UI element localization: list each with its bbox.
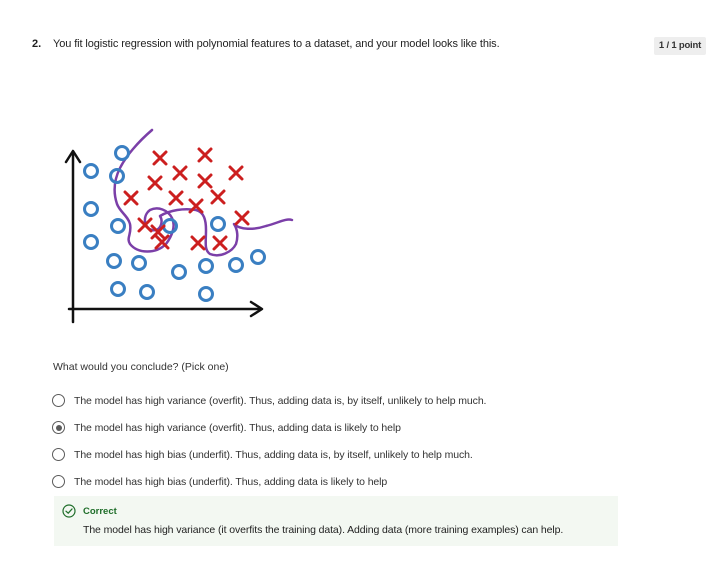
check-circle-icon xyxy=(62,504,76,518)
o-marker xyxy=(171,264,187,280)
x-marker xyxy=(123,190,139,206)
o-marker xyxy=(250,249,266,265)
o-marker xyxy=(106,253,122,269)
answer-option-label: The model has high bias (underfit). Thus… xyxy=(74,448,473,461)
answer-option-4[interactable]: The model has high bias (underfit). Thus… xyxy=(52,468,486,495)
answer-option-1[interactable]: The model has high variance (overfit). T… xyxy=(52,387,486,414)
x-marker xyxy=(152,150,168,166)
points-badge: 1 / 1 point xyxy=(654,37,706,55)
question-text: You fit logistic regression with polynom… xyxy=(53,38,500,50)
x-markers xyxy=(123,147,250,251)
o-marker xyxy=(83,163,99,179)
o-marker xyxy=(114,145,130,161)
o-marker xyxy=(83,234,99,250)
o-marker xyxy=(198,286,214,302)
answer-option-label: The model has high bias (underfit). Thus… xyxy=(74,475,388,488)
answer-options: The model has high variance (overfit). T… xyxy=(52,387,486,495)
o-marker xyxy=(210,216,226,232)
decision-boundary-plot xyxy=(64,128,294,324)
radio-button[interactable] xyxy=(52,475,65,488)
x-marker xyxy=(190,235,206,251)
question-prompt: What would you conclude? (Pick one) xyxy=(53,361,229,373)
radio-button[interactable] xyxy=(52,421,65,434)
x-marker xyxy=(234,210,250,226)
x-marker xyxy=(210,189,226,205)
answer-option-2[interactable]: The model has high variance (overfit). T… xyxy=(52,414,486,441)
o-marker xyxy=(198,258,214,274)
o-marker xyxy=(110,281,126,297)
o-marker xyxy=(83,201,99,217)
answer-option-label: The model has high variance (overfit). T… xyxy=(74,394,487,407)
o-marker xyxy=(228,257,244,273)
o-marker xyxy=(139,284,155,300)
o-marker xyxy=(131,255,147,271)
answer-option-label: The model has high variance (overfit). T… xyxy=(74,421,401,434)
feedback-status: Correct xyxy=(83,505,117,517)
radio-button[interactable] xyxy=(52,394,65,407)
feedback-header: Correct xyxy=(62,504,618,518)
x-marker xyxy=(197,147,213,163)
x-marker xyxy=(197,173,213,189)
radio-dot xyxy=(55,424,62,431)
question-number: 2. xyxy=(32,38,42,50)
x-marker xyxy=(228,165,244,181)
x-marker xyxy=(212,235,228,251)
answer-option-3[interactable]: The model has high bias (underfit). Thus… xyxy=(52,441,486,468)
x-marker xyxy=(147,175,163,191)
o-marker xyxy=(110,218,126,234)
feedback-panel: Correct The model has high variance (it … xyxy=(54,496,618,546)
feedback-explanation: The model has high variance (it overfits… xyxy=(83,524,564,536)
x-marker xyxy=(168,190,184,206)
decision-boundary-figure xyxy=(60,120,300,330)
x-marker xyxy=(172,165,188,181)
radio-button[interactable] xyxy=(52,448,65,461)
